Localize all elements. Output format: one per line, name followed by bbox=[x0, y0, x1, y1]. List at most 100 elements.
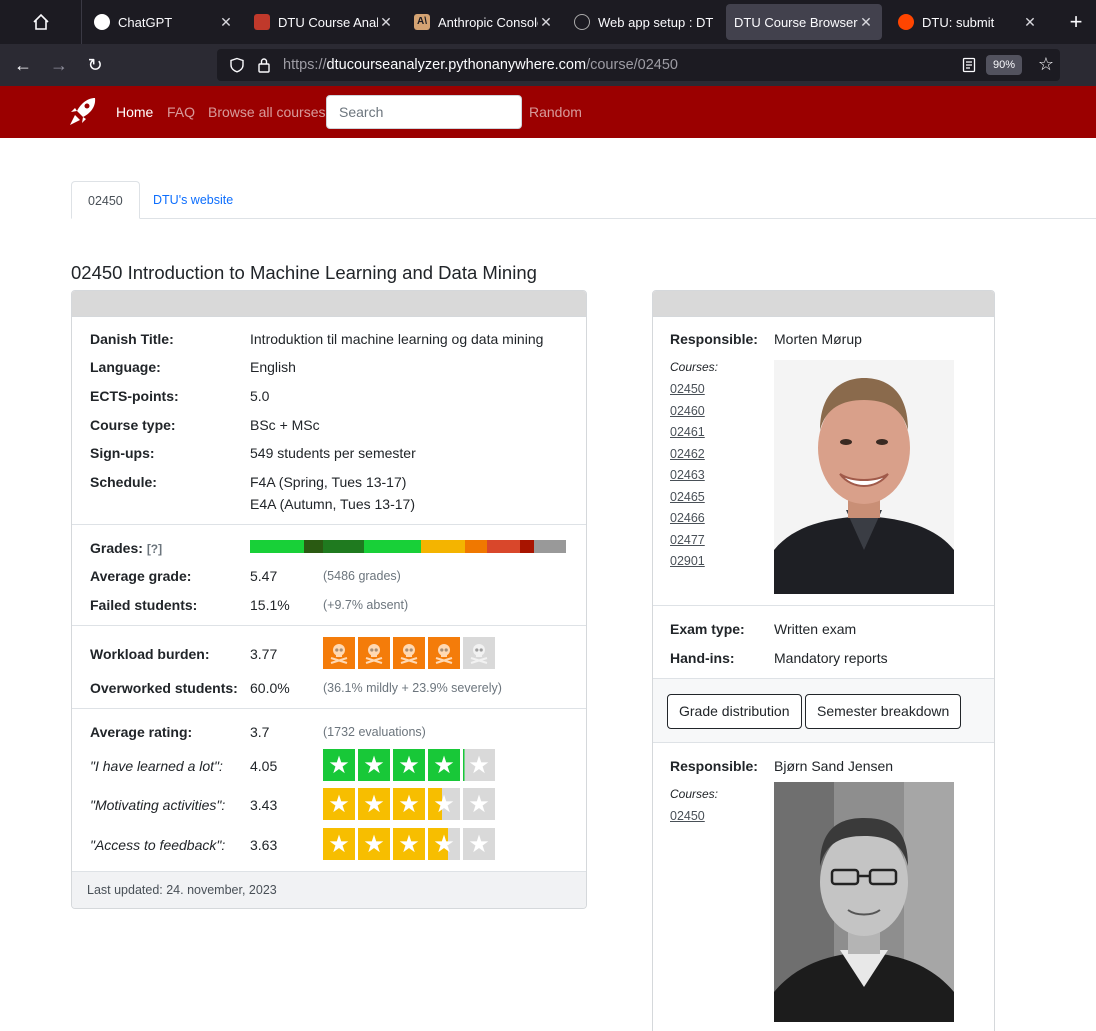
home-icon[interactable] bbox=[0, 0, 82, 44]
responsible-name: Bjørn Sand Jensen bbox=[774, 758, 894, 774]
ects-label: ECTS-points: bbox=[90, 388, 179, 404]
card-header bbox=[72, 291, 586, 317]
search-input[interactable]: Search bbox=[326, 95, 522, 129]
course-type-label: Course type: bbox=[90, 417, 176, 433]
browser-url-bar: ← → ↻ https://dtucourseanalyzer.pythonan… bbox=[0, 44, 1096, 86]
star-icon: ★ bbox=[358, 788, 390, 820]
absent-note: (+9.7% absent) bbox=[323, 598, 409, 612]
reload-icon[interactable]: ↻ bbox=[77, 47, 113, 83]
semester-breakdown-button[interactable]: Semester breakdown bbox=[805, 694, 962, 729]
grade-bar-segment bbox=[464, 540, 487, 553]
course-link[interactable]: 02465 bbox=[670, 490, 705, 504]
url-path: /course/02450 bbox=[586, 57, 678, 73]
site-navbar: Home FAQ Browse all courses Search Rando… bbox=[0, 86, 1096, 138]
star-icon: ★ bbox=[428, 788, 460, 820]
responsible-photo bbox=[774, 782, 954, 1022]
lock-icon[interactable] bbox=[257, 57, 271, 73]
tab-course-code[interactable]: 02450 bbox=[71, 181, 140, 219]
grades-label: Grades: [?] bbox=[90, 540, 162, 556]
rocket-logo-icon[interactable] bbox=[68, 96, 98, 128]
tab-dtu-website[interactable]: DTU's website bbox=[137, 181, 249, 219]
nav-faq-link[interactable]: FAQ bbox=[167, 104, 195, 120]
nav-home-link[interactable]: Home bbox=[116, 104, 153, 120]
courses-label: Courses: bbox=[670, 787, 719, 801]
browser-tab[interactable]: DTU Course Analyze ✕ bbox=[242, 4, 402, 40]
back-arrow-icon[interactable]: ← bbox=[5, 47, 41, 83]
star-icon: ★ bbox=[428, 749, 460, 781]
course-link[interactable]: 02901 bbox=[670, 554, 705, 568]
divider bbox=[653, 605, 994, 606]
browser-tab[interactable]: A\ Anthropic Console ✕ bbox=[402, 4, 562, 40]
button-strip: Grade distribution Semester breakdown bbox=[653, 678, 994, 743]
skull-icon bbox=[393, 637, 425, 669]
workload-value: 3.77 bbox=[250, 646, 278, 662]
skull-icon bbox=[323, 637, 355, 669]
courses-label: Courses: bbox=[670, 360, 719, 374]
course-link[interactable]: 02460 bbox=[670, 404, 705, 418]
rating-motivating-label: "Motivating activities": bbox=[90, 797, 226, 813]
browser-tab[interactable]: DTU: submit ✕ bbox=[886, 4, 1046, 40]
rating-learned-stars: ★ ★ ★ ★ ★ bbox=[323, 749, 495, 781]
grade-bar-segment bbox=[250, 540, 304, 553]
grade-bar-segment bbox=[322, 540, 364, 553]
star-icon: ★ bbox=[428, 828, 460, 860]
bookmark-star-icon[interactable]: ☆ bbox=[1038, 54, 1054, 75]
new-tab-icon[interactable]: + bbox=[1056, 9, 1096, 35]
page-title: 02450 Introduction to Machine Learning a… bbox=[71, 262, 537, 283]
course-link[interactable]: 02461 bbox=[670, 425, 705, 439]
course-link[interactable]: 02466 bbox=[670, 511, 705, 525]
course-link[interactable]: 02477 bbox=[670, 533, 705, 547]
overworked-value: 60.0% bbox=[250, 680, 290, 696]
pythonanywhere-favicon-icon bbox=[574, 14, 590, 30]
shield-icon[interactable] bbox=[229, 57, 245, 73]
rating-learned-label: "I have learned a lot": bbox=[90, 758, 223, 774]
forward-arrow-icon[interactable]: → bbox=[41, 47, 77, 83]
nav-random-link[interactable]: Random bbox=[529, 104, 582, 120]
reader-view-icon[interactable] bbox=[962, 57, 976, 73]
star-icon: ★ bbox=[463, 788, 495, 820]
close-icon[interactable]: ✕ bbox=[858, 14, 874, 31]
schedule-value-spring: F4A (Spring, Tues 13-17) bbox=[250, 474, 407, 490]
skull-icon bbox=[428, 637, 460, 669]
nav-browse-link[interactable]: Browse all courses bbox=[208, 104, 326, 120]
course-link[interactable]: 02462 bbox=[670, 447, 705, 461]
grade-bar-segment bbox=[534, 540, 566, 553]
course-link[interactable]: 02463 bbox=[670, 468, 705, 482]
address-field[interactable]: https://dtucourseanalyzer.pythonanywhere… bbox=[217, 49, 1060, 81]
star-icon: ★ bbox=[358, 828, 390, 860]
grades-help-link[interactable]: [?] bbox=[147, 542, 162, 556]
url-domain: dtucourseanalyzer.pythonanywhere.com bbox=[326, 57, 587, 73]
divider bbox=[72, 708, 586, 709]
exam-type-value: Written exam bbox=[774, 621, 857, 637]
grade-bar-segment bbox=[486, 540, 521, 553]
card-header bbox=[653, 291, 994, 317]
url-text[interactable]: https://dtucourseanalyzer.pythonanywhere… bbox=[283, 57, 678, 73]
schedule-value-autumn: E4A (Autumn, Tues 13-17) bbox=[250, 496, 415, 512]
grade-distribution-bar bbox=[250, 540, 566, 553]
divider bbox=[72, 625, 586, 626]
tab-title: Web app setup : DTU bbox=[598, 14, 714, 30]
responsible-name: Morten Mørup bbox=[774, 331, 862, 347]
browser-tab[interactable]: ChatGPT ✕ bbox=[82, 4, 242, 40]
evaluation-count: (1732 evaluations) bbox=[323, 725, 426, 739]
grade-bar-segment bbox=[303, 540, 323, 553]
star-icon: ★ bbox=[323, 749, 355, 781]
zoom-level-badge[interactable]: 90% bbox=[985, 55, 1022, 75]
browser-tab[interactable]: Web app setup : DTU bbox=[562, 4, 722, 40]
course-link[interactable]: 02450 bbox=[670, 382, 705, 396]
grade-distribution-button[interactable]: Grade distribution bbox=[667, 694, 802, 729]
close-icon[interactable]: ✕ bbox=[1022, 14, 1038, 31]
close-icon[interactable]: ✕ bbox=[378, 14, 394, 31]
star-icon: ★ bbox=[323, 788, 355, 820]
close-icon[interactable]: ✕ bbox=[218, 14, 234, 31]
failed-value: 15.1% bbox=[250, 597, 290, 613]
course-link[interactable]: 02450 bbox=[670, 809, 705, 823]
schedule-label: Schedule: bbox=[90, 474, 157, 490]
handins-value: Mandatory reports bbox=[774, 650, 888, 666]
close-icon[interactable]: ✕ bbox=[538, 14, 554, 31]
responsible-card: Responsible: Morten Mørup Courses: 02450… bbox=[652, 290, 995, 1031]
browser-tab-active[interactable]: DTU Course Browser ✕ bbox=[726, 4, 882, 40]
exam-type-label: Exam type: bbox=[670, 621, 745, 637]
rating-feedback-stars: ★ ★ ★ ★ ★ bbox=[323, 828, 495, 860]
grades-label-text: Grades: bbox=[90, 540, 143, 556]
